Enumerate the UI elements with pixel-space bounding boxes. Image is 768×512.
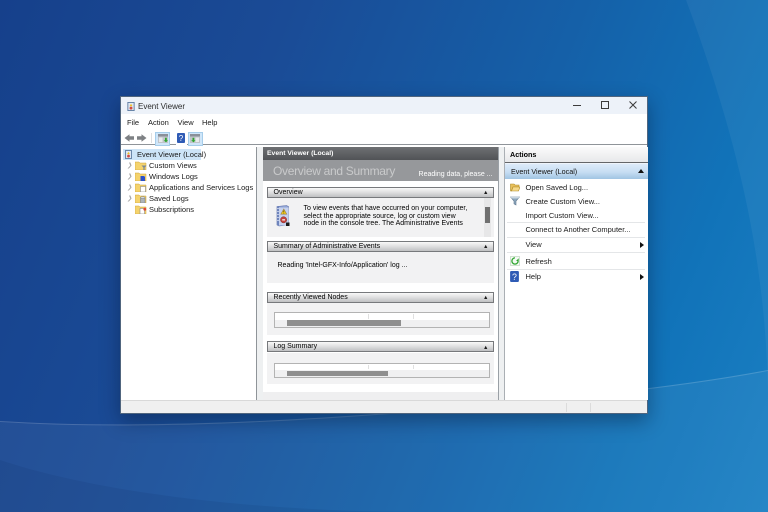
svg-text:?: ? [179,134,184,143]
svg-text:?: ? [512,271,517,281]
